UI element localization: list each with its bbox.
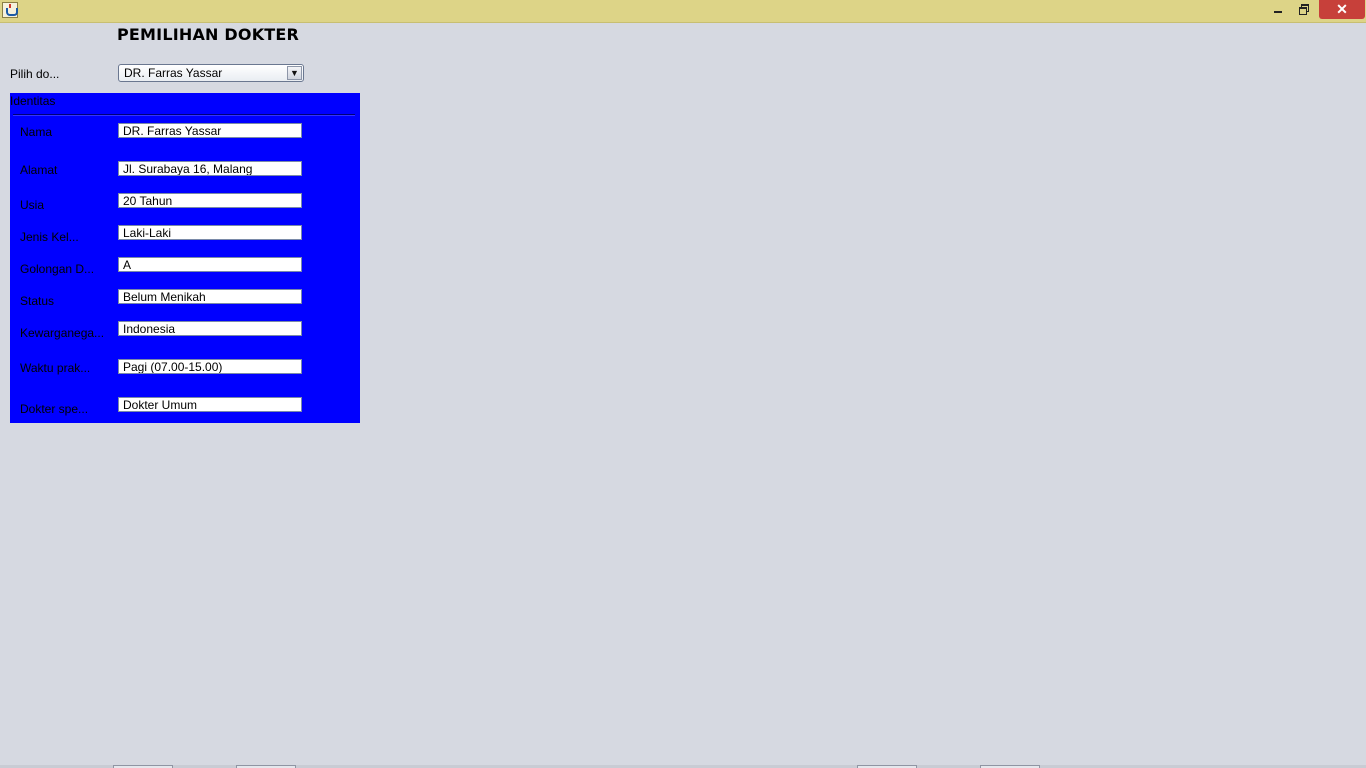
field-label-golongan-darah: Golongan D... [20, 262, 95, 276]
field-status[interactable]: Belum Menikah [118, 289, 302, 304]
field-label-kewarganegaraan: Kewarganega... [20, 326, 105, 340]
field-golongan-darah[interactable]: A [118, 257, 302, 272]
java-cup-icon[interactable] [2, 2, 18, 18]
field-label-dokter-spesialis: Dokter spe... [20, 402, 89, 416]
field-label-usia: Usia [20, 198, 45, 212]
close-button[interactable]: ✕ [1319, 0, 1365, 19]
field-label-waktu-praktek: Waktu prak... [20, 361, 91, 375]
field-jenis-kelamin[interactable]: Laki-Laki [118, 225, 302, 240]
page-title: PEMILIHAN DOKTER [117, 25, 300, 44]
restore-icon[interactable] [1292, 0, 1316, 20]
title-bar: ✕ [0, 0, 1366, 23]
identity-panel-title: Identitas [10, 94, 56, 108]
field-label-jenis-kelamin: Jenis Kel... [20, 230, 79, 244]
doctor-select-value: DR. Farras Yassar [124, 66, 223, 80]
field-dokter-spesialis[interactable]: Dokter Umum [118, 397, 302, 412]
field-alamat[interactable]: Jl. Surabaya 16, Malang [118, 161, 302, 176]
field-kewarganegaraan[interactable]: Indonesia [118, 321, 302, 336]
doctor-select-combobox[interactable]: DR. Farras Yassar ▼ [118, 64, 304, 82]
field-label-nama: Nama [20, 125, 53, 139]
panel-divider [13, 114, 355, 116]
field-label-status: Status [20, 294, 55, 308]
minimize-icon[interactable] [1266, 0, 1290, 20]
doctor-select-label: Pilih do... [10, 67, 60, 81]
field-label-alamat: Alamat [20, 163, 58, 177]
identity-panel: Identitas Nama DR. Farras Yassar Alamat … [10, 93, 360, 423]
field-waktu-praktek[interactable]: Pagi (07.00-15.00) [118, 359, 302, 374]
field-usia[interactable]: 20 Tahun [118, 193, 302, 208]
field-nama[interactable]: DR. Farras Yassar [118, 123, 302, 138]
dropdown-arrow-icon[interactable]: ▼ [287, 66, 302, 80]
